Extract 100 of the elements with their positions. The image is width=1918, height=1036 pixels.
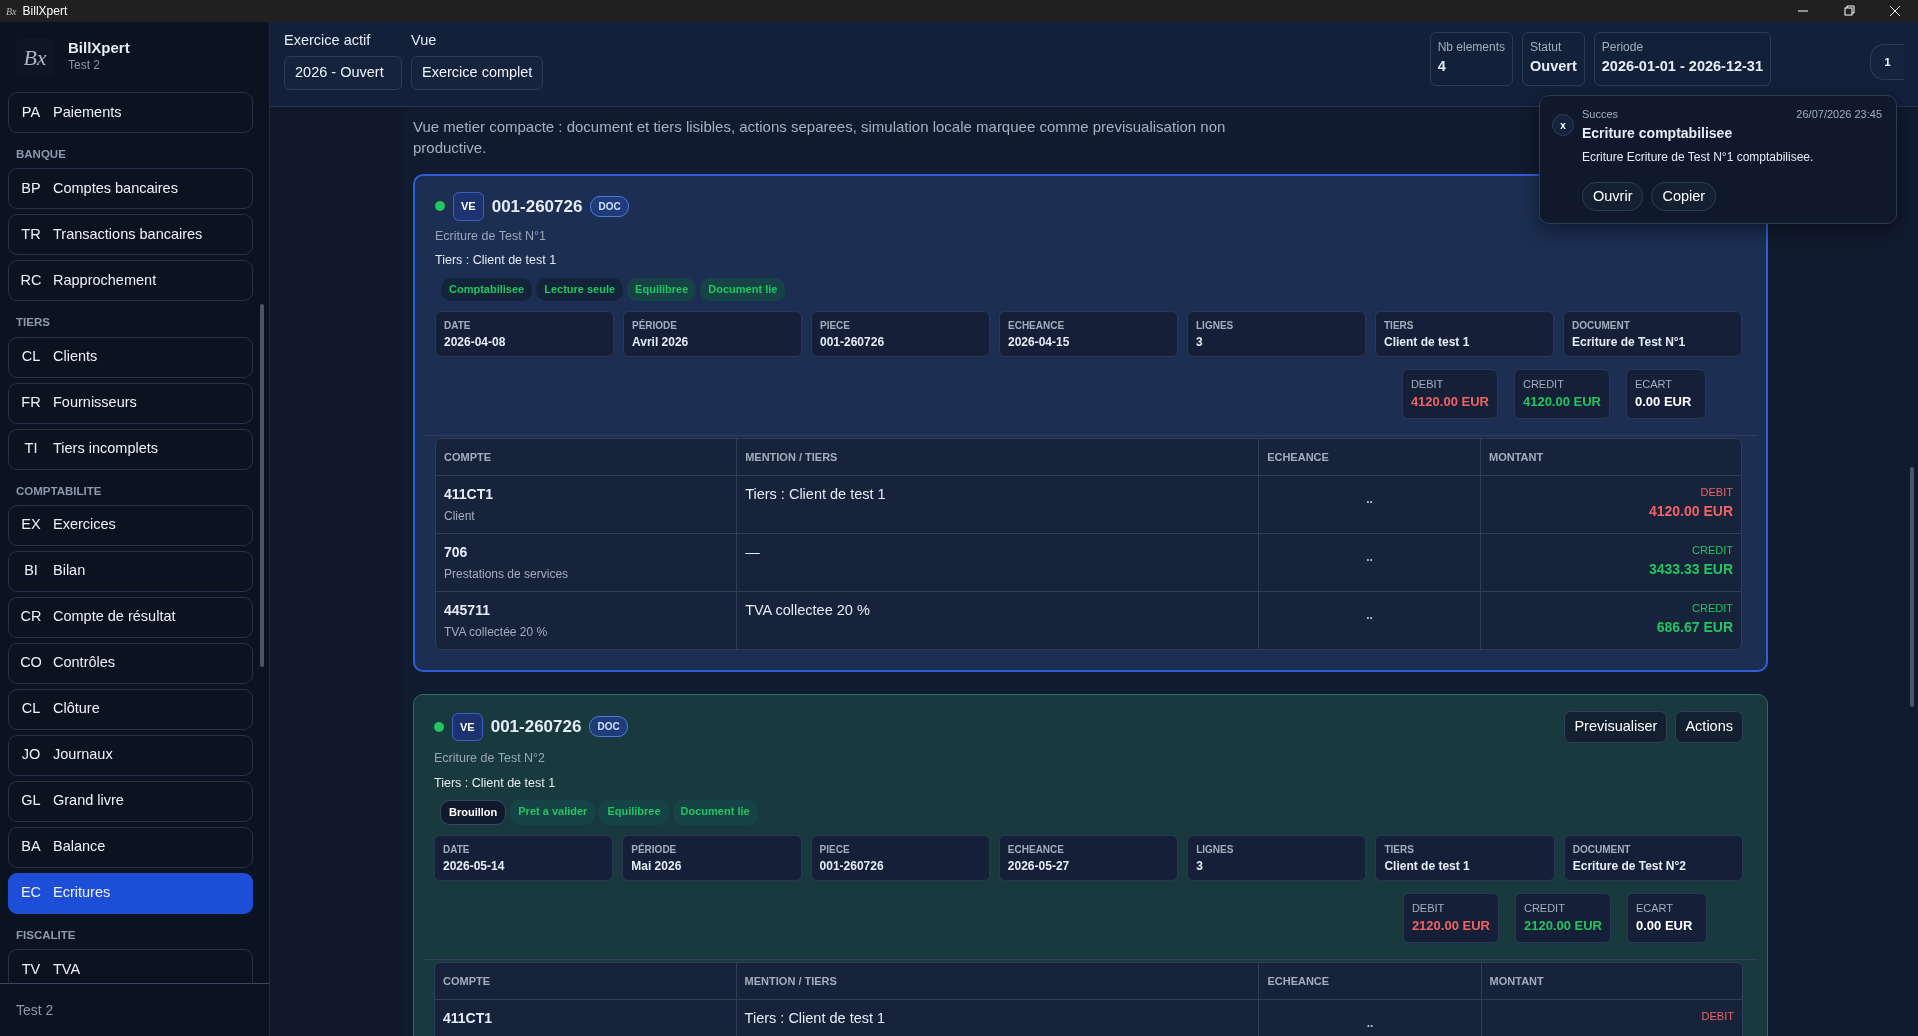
nav-item[interactable]: BA Balance: [8, 826, 253, 868]
window-title: BillXpert: [22, 3, 68, 20]
tile-value: 0.00 EUR: [1635, 393, 1693, 411]
entry-tiers: Tiers : Client de test 1: [434, 774, 557, 792]
nav-item[interactable]: CL Clients: [8, 336, 253, 378]
nav-item[interactable]: CO Contrôles: [8, 642, 253, 684]
table-cell: TVA collectee 20 %: [736, 592, 1259, 649]
field-label: Exercice actif: [284, 31, 372, 50]
amount-side: DEBIT: [1699, 485, 1733, 500]
stat-label: Statut: [1530, 39, 1563, 56]
nav-item[interactable]: CR Compte de résultat: [8, 596, 253, 638]
action-button[interactable]: Previsualiser: [1564, 711, 1668, 743]
amount-side: CREDIT: [1691, 601, 1733, 616]
tile-label: PIECE: [820, 318, 851, 333]
tile-value: 001-260726: [819, 857, 885, 875]
select-field[interactable]: 2026 - Ouvert: [284, 55, 402, 90]
toast-category: Succes: [1582, 107, 1619, 122]
toast-time: 26/07/2026 23:45: [1796, 107, 1882, 122]
status-tag: Document lie: [700, 278, 786, 301]
nav-item[interactable]: TV TVA: [8, 949, 253, 983]
tile-label: DOCUMENT: [1572, 318, 1631, 333]
field-label: Vue: [411, 31, 438, 50]
account-number: 445711: [444, 601, 491, 620]
nav-item[interactable]: BP Comptes bancaires: [8, 168, 253, 210]
tile-value: 2026-04-15: [1008, 333, 1071, 351]
amount-value: 4120.00 EUR: [1647, 501, 1733, 521]
tile-label: DEBIT: [1411, 900, 1446, 916]
stat-value: 4: [1437, 57, 1447, 76]
tile-label: DATE: [443, 842, 471, 857]
stat-value: Ouvert: [1530, 57, 1577, 76]
app-logo-icon: Bx: [6, 3, 17, 19]
amount-side: CREDIT: [1691, 543, 1733, 558]
tile-label: ECART: [1635, 376, 1674, 392]
tile-value: 4120.00 EUR: [1522, 393, 1601, 411]
tile-value: Mai 2026: [631, 857, 683, 875]
tile-label: TIERS: [1384, 318, 1415, 333]
nav-item[interactable]: TI Tiers incomplets: [8, 428, 253, 470]
nav-item[interactable]: RC Rapprochement: [8, 260, 253, 302]
table-cell: ..: [1258, 592, 1480, 649]
tile-label: CREDIT: [1522, 376, 1565, 392]
column-header: MENTION / TIERS: [736, 438, 1259, 476]
close-button[interactable]: x: [1552, 114, 1574, 136]
nav-item[interactable]: GL Grand livre: [8, 780, 253, 822]
intro-text: Vue metier compacte : document et tiers lisibles, actions separees, simulation locale marquee comme previsualisation non productive.: [413, 117, 1227, 158]
status-tag: Equilibree: [599, 800, 669, 825]
tile-label: LIGNES: [1196, 318, 1235, 333]
tile-label: PIECE: [819, 842, 851, 857]
nav-item[interactable]: EC Ecritures: [8, 872, 253, 914]
column-header: ECHEANCE: [1258, 962, 1481, 1001]
tile-value: 001-260726: [820, 333, 886, 351]
status-tag: Comptabilisee: [441, 278, 533, 301]
tile-label: ECHEANCE: [1008, 318, 1066, 333]
nav-item[interactable]: JO Journaux: [8, 734, 253, 776]
footer-company: Test 2: [15, 1000, 55, 1020]
section-heading: FISCALITE: [15, 927, 77, 943]
notification-button[interactable]: 1: [1870, 44, 1904, 80]
toast-message: Ecriture Ecriture de Test N°1 comptabilisee.: [1582, 148, 1815, 166]
tile-label: DEBIT: [1410, 376, 1445, 392]
doc-badge: DOC: [589, 716, 628, 738]
app-logo-icon: Bx: [16, 38, 54, 76]
tile-value: 2120.00 EUR: [1523, 917, 1602, 936]
status-tag: Lecture seule: [536, 278, 624, 301]
account-name: Client: [444, 508, 476, 525]
tile-label: ECART: [1636, 900, 1675, 916]
account-number: 706: [444, 543, 469, 562]
stat-label: Nb elements: [1437, 39, 1505, 56]
nav-item[interactable]: PA Paiements: [8, 92, 253, 133]
column-header: MONTANT: [1480, 962, 1742, 1001]
tile-value: 2026-05-14: [443, 857, 506, 875]
account-name: Prestations de services: [444, 566, 570, 583]
column-header: ECHEANCE: [1258, 438, 1480, 476]
tile-value: Client de test 1: [1384, 333, 1471, 351]
table-cell: ..: [1258, 1000, 1481, 1036]
stat-value: 2026-01-01 - 2026-12-31: [1601, 57, 1763, 76]
tile-value: 3: [1196, 333, 1204, 351]
toast-button[interactable]: Copier: [1651, 181, 1717, 212]
tile-value: Client de test 1: [1384, 857, 1471, 875]
tile-value: 2026-05-27: [1007, 857, 1071, 875]
entry-tiers: Tiers : Client de test 1: [435, 252, 558, 270]
tile-value: 4120.00 EUR: [1410, 393, 1489, 411]
table-cell: Tiers : Client de test 1: [736, 476, 1259, 534]
entry-title: Ecriture de Test N°2: [434, 749, 547, 767]
select-field[interactable]: Exercice complet: [411, 55, 544, 90]
tile-value: Ecriture de Test N°1: [1572, 333, 1687, 351]
scrollbar-thumb[interactable]: [1910, 467, 1914, 707]
scrollbar-thumb[interactable]: [260, 304, 264, 667]
tile-value: 2120.00 EUR: [1411, 917, 1490, 936]
journal-badge: VE: [452, 712, 483, 742]
nav-item[interactable]: TR Transactions bancaires: [8, 214, 253, 256]
toast-button[interactable]: Ouvrir: [1582, 181, 1644, 212]
tile-label: LIGNES: [1196, 842, 1235, 857]
nav-item[interactable]: BI Bilan: [8, 550, 253, 592]
nav-item[interactable]: CL Clôture: [8, 688, 253, 730]
action-button[interactable]: Actions: [1675, 711, 1743, 743]
tile-label: ECHEANCE: [1007, 842, 1065, 857]
nav-item[interactable]: FR Fournisseurs: [8, 382, 253, 424]
tile-label: PÉRIODE: [632, 318, 678, 333]
tile-label: PÉRIODE: [631, 842, 678, 857]
account-name: TVA collectée 20 %: [444, 624, 549, 641]
nav-item[interactable]: EX Exercices: [8, 504, 253, 546]
